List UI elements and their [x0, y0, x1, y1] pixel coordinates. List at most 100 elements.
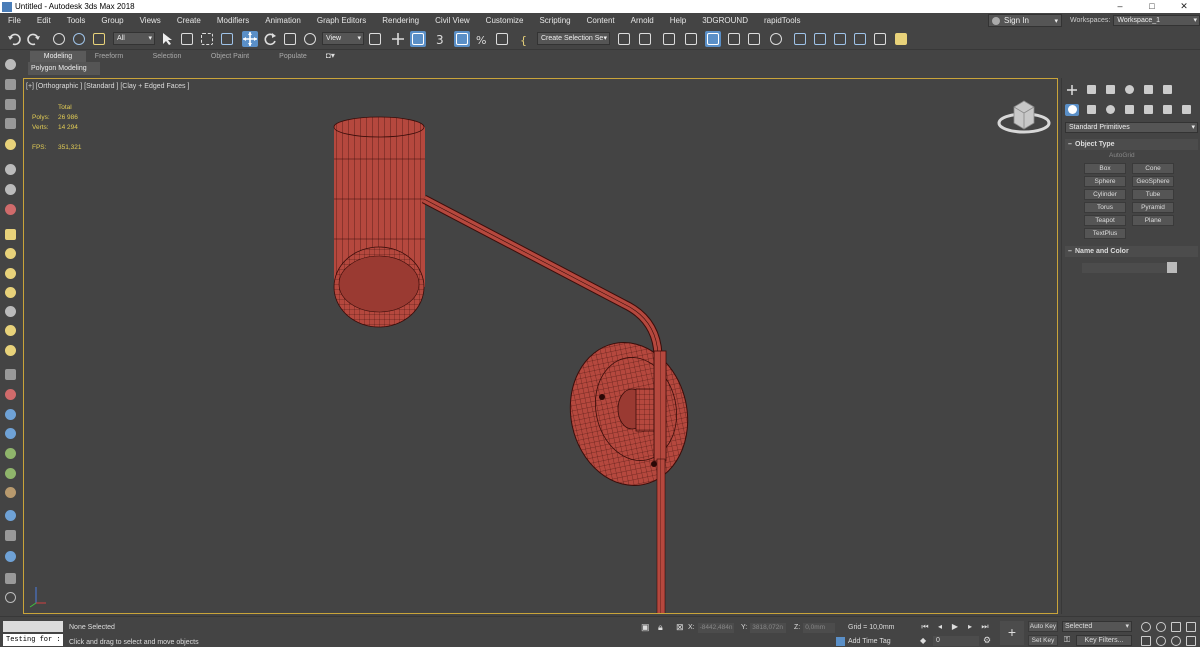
link-icon[interactable] [51, 31, 67, 47]
menu-content[interactable]: Content [579, 16, 623, 25]
create-tab-icon[interactable] [1065, 84, 1079, 96]
light-bulb-icon[interactable] [3, 138, 18, 152]
cameras-icon[interactable] [1122, 104, 1136, 116]
autogrid-checkbox[interactable]: AutoGrid [1109, 152, 1135, 159]
snaps-toggle-icon[interactable]: 3 [433, 31, 449, 47]
tab-populate[interactable]: Populate [270, 51, 316, 62]
undo-icon[interactable] [6, 31, 22, 47]
redo-icon[interactable] [26, 31, 42, 47]
sign-in-button[interactable]: Sign In ▾ [988, 14, 1062, 27]
zoom-icon[interactable] [1141, 622, 1151, 632]
next-frame-icon[interactable]: ▸ [965, 622, 975, 632]
percent-snap-icon[interactable]: % [474, 31, 490, 47]
menu-rendering[interactable]: Rendering [374, 16, 427, 25]
set-key-toggle-icon[interactable]: + [1000, 621, 1024, 645]
tab-freeform[interactable]: Freeform [86, 51, 132, 62]
render-activeshade-icon[interactable] [872, 31, 888, 47]
bind-spacewarp-icon[interactable] [91, 31, 107, 47]
torus-button[interactable]: Torus [1084, 202, 1126, 213]
name-and-color-rollout[interactable]: Name and Color [1065, 246, 1198, 257]
rectangle-icon[interactable] [3, 228, 18, 242]
document-icon[interactable] [3, 572, 18, 586]
y-field[interactable]: 3818,072n [750, 622, 787, 633]
maxscript-output[interactable]: Testing for : [3, 634, 63, 646]
object-color-swatch[interactable] [1167, 262, 1177, 273]
box-button[interactable]: Box [1084, 163, 1126, 174]
menu-scripting[interactable]: Scripting [531, 16, 578, 25]
lamp-shade-model[interactable] [333, 116, 425, 328]
brush-icon[interactable] [3, 388, 18, 402]
material-sphere-icon[interactable] [3, 509, 18, 523]
mirror-icon[interactable] [616, 31, 632, 47]
plugin-star-icon[interactable] [893, 31, 909, 47]
go-to-end-icon[interactable]: ⏭ [980, 622, 990, 632]
minimize-button[interactable]: – [1104, 0, 1136, 13]
render-ball-icon[interactable] [3, 550, 18, 564]
render-iterative-icon[interactable] [852, 31, 868, 47]
hemisphere-icon[interactable] [3, 247, 18, 261]
go-to-start-icon[interactable]: ⏮ [920, 622, 930, 632]
render-production-icon[interactable] [832, 31, 848, 47]
sound-icon[interactable] [3, 183, 18, 197]
sphere-icon[interactable] [3, 267, 18, 281]
key-selection-dropdown[interactable]: Selected [1062, 621, 1132, 632]
help-icon[interactable] [3, 591, 18, 605]
object-type-rollout[interactable]: Object Type [1065, 139, 1198, 150]
window-crossing-icon[interactable] [219, 31, 235, 47]
ribbon-options-icon[interactable]: ◘▾ [326, 51, 335, 60]
auto-key-button[interactable]: Auto Key [1028, 621, 1058, 632]
key-filters-button[interactable]: Key Filters... [1076, 635, 1132, 646]
render-setup-icon[interactable] [792, 31, 808, 47]
tab-object-paint[interactable]: Object Paint [200, 51, 260, 62]
select-and-scale-icon[interactable] [282, 31, 298, 47]
particles-icon[interactable] [3, 368, 18, 382]
menu-rapidtools[interactable]: rapidTools [756, 16, 808, 25]
lights-icon[interactable] [1103, 104, 1117, 116]
display-tab-icon[interactable] [1141, 84, 1155, 96]
maximize-button[interactable]: □ [1136, 0, 1168, 13]
list-icon[interactable] [3, 98, 18, 112]
texture-icon[interactable] [3, 486, 18, 500]
select-by-name-icon[interactable] [179, 31, 195, 47]
named-selection-sets-dropdown[interactable]: Create Selection Se [537, 32, 610, 45]
reference-coordinate-dropdown[interactable]: View [322, 32, 364, 45]
polygon-modeling-panel[interactable]: Polygon Modeling [28, 62, 100, 75]
pyramid-button[interactable]: Pyramid [1132, 202, 1174, 213]
modify-tab-icon[interactable] [1084, 84, 1098, 96]
camera-icon[interactable] [3, 163, 18, 177]
viewcube-icon[interactable] [997, 93, 1051, 137]
select-and-rotate-icon[interactable] [262, 31, 278, 47]
spinner-snap-icon[interactable] [494, 31, 510, 47]
menu-file[interactable]: File [0, 16, 29, 25]
people-icon[interactable] [3, 408, 18, 422]
time-configuration-icon[interactable]: ⚙ [983, 635, 991, 646]
helpers-icon[interactable] [1141, 104, 1155, 116]
keyboard-shortcut-override-icon[interactable] [410, 31, 426, 47]
hierarchy-tab-icon[interactable] [1103, 84, 1117, 96]
geometry-icon[interactable] [1065, 104, 1079, 116]
layer-explorer-icon[interactable] [683, 31, 699, 47]
shapes-icon[interactable] [1084, 104, 1098, 116]
viewport-label-menu[interactable]: [+] [Orthographic ] [Standard ] [Clay + … [26, 83, 189, 90]
menu-edit[interactable]: Edit [29, 16, 59, 25]
align-icon[interactable] [637, 31, 653, 47]
select-manipulate-icon[interactable] [390, 31, 406, 47]
schematic-view-icon[interactable] [746, 31, 762, 47]
menu-civil-view[interactable]: Civil View [427, 16, 478, 25]
tree-icon[interactable] [3, 467, 18, 481]
field-of-view-icon[interactable] [1141, 636, 1151, 646]
wall-mount-model[interactable] [557, 332, 700, 497]
rendered-frame-window-icon[interactable] [812, 31, 828, 47]
object-name-field[interactable] [1082, 263, 1168, 273]
scene-explorer-icon[interactable] [3, 78, 18, 92]
plane-button[interactable]: Plane [1132, 215, 1174, 226]
teapot-button[interactable]: Teapot [1084, 215, 1126, 226]
torus-icon[interactable] [3, 286, 18, 300]
previous-frame-icon[interactable]: ◂ [935, 622, 945, 632]
zoom-extents-icon[interactable] [1171, 622, 1181, 632]
cone-button[interactable]: Cone [1132, 163, 1174, 174]
menu-modifiers[interactable]: Modifiers [209, 16, 257, 25]
curve-editor-icon[interactable] [726, 31, 742, 47]
current-frame-field[interactable]: 0 [933, 636, 979, 646]
use-pivot-center-icon[interactable] [367, 31, 383, 47]
